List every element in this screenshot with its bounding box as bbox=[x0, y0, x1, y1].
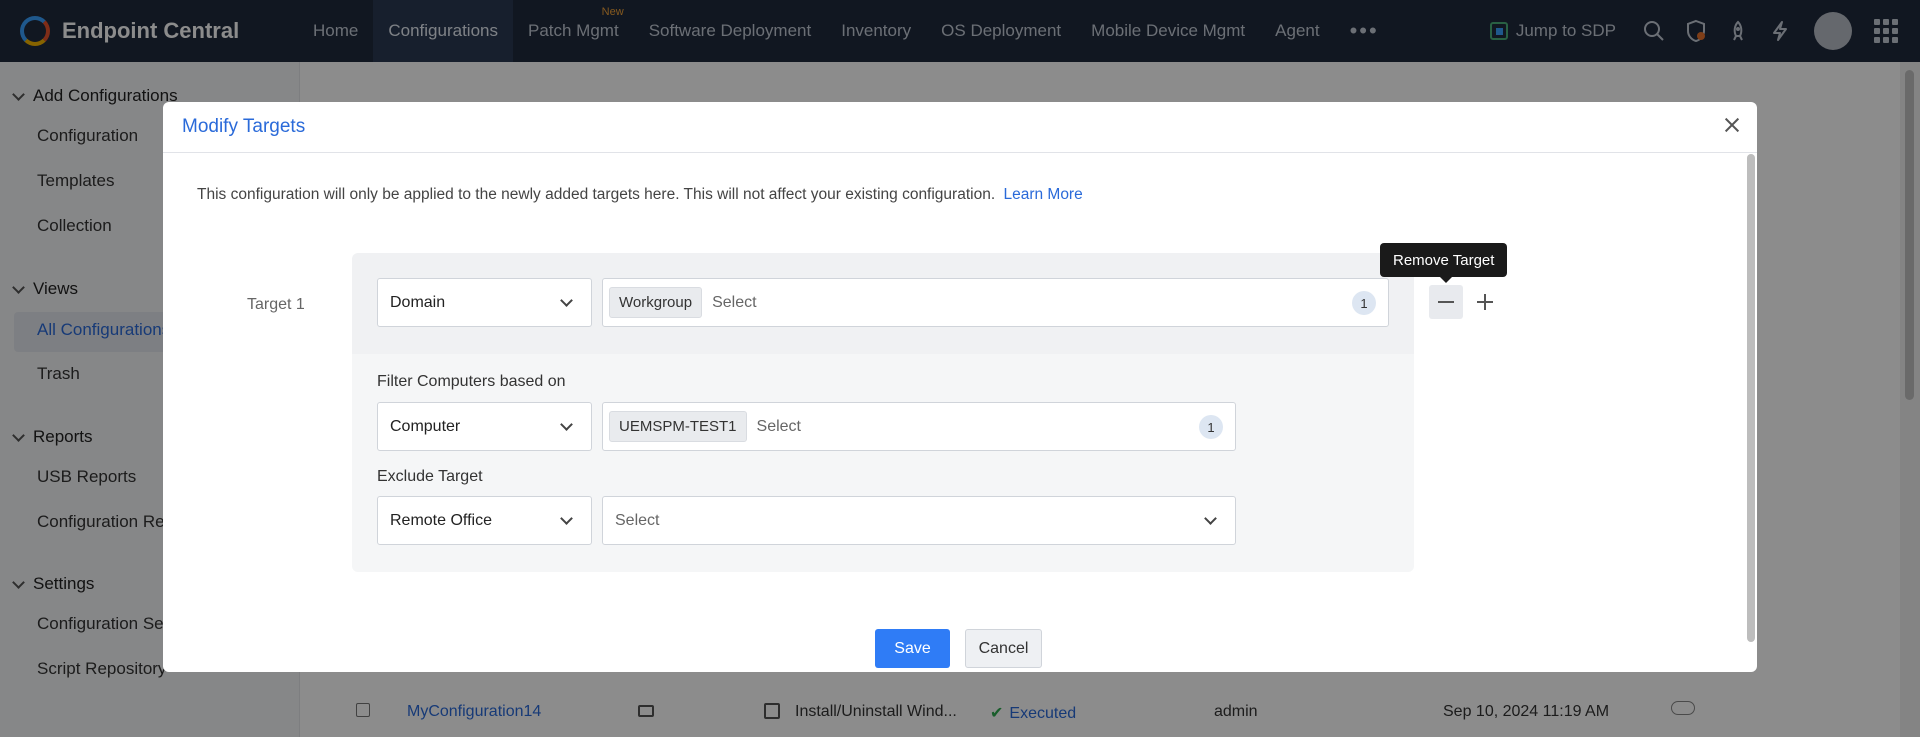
chevron-down-icon bbox=[560, 294, 573, 307]
target-type-value: Domain bbox=[390, 293, 446, 311]
chevron-down-icon bbox=[560, 418, 573, 431]
filter-label: Filter Computers based on bbox=[377, 373, 566, 390]
target-value-placeholder: Select bbox=[712, 293, 757, 311]
filter-value-multiselect[interactable]: UEMSPM-TEST1 Select 1 bbox=[602, 402, 1236, 451]
filter-type-select[interactable]: Computer bbox=[377, 402, 592, 451]
exclude-type-select[interactable]: Remote Office bbox=[377, 496, 592, 545]
learn-more-link[interactable]: Learn More bbox=[1003, 186, 1082, 203]
chevron-down-icon bbox=[1204, 512, 1217, 525]
target-value-multiselect[interactable]: Workgroup Select 1 bbox=[602, 278, 1389, 327]
info-text: This configuration will only be applied … bbox=[197, 186, 996, 203]
exclude-value-select[interactable]: Select bbox=[602, 496, 1236, 545]
remove-target-button[interactable] bbox=[1429, 285, 1463, 319]
remove-target-tooltip: Remove Target bbox=[1380, 243, 1508, 283]
exclude-type-value: Remote Office bbox=[390, 511, 492, 529]
filter-value-placeholder: Select bbox=[756, 417, 801, 435]
modify-targets-dialog: Modify Targets This configuration will o… bbox=[163, 102, 1757, 672]
selected-count-badge: 1 bbox=[1352, 291, 1376, 315]
target-label: Target 1 bbox=[247, 296, 305, 313]
target-type-select[interactable]: Domain bbox=[377, 278, 592, 327]
selected-count-badge: 1 bbox=[1199, 415, 1223, 439]
exclude-target-label: Exclude Target bbox=[377, 468, 483, 485]
dialog-title: Modify Targets bbox=[182, 116, 306, 137]
selected-chip[interactable]: UEMSPM-TEST1 bbox=[609, 411, 747, 442]
chevron-down-icon bbox=[560, 512, 573, 525]
cancel-button[interactable]: Cancel bbox=[965, 629, 1042, 668]
filter-type-value: Computer bbox=[390, 417, 461, 435]
dialog-header: Modify Targets bbox=[163, 102, 1757, 153]
exclude-value-placeholder: Select bbox=[615, 511, 660, 529]
close-icon[interactable] bbox=[1723, 116, 1741, 134]
selected-chip[interactable]: Workgroup bbox=[609, 287, 703, 318]
add-target-button[interactable] bbox=[1468, 285, 1502, 319]
dialog-scrollbar[interactable] bbox=[1747, 154, 1755, 642]
info-message: This configuration will only be applied … bbox=[197, 186, 1083, 204]
save-button[interactable]: Save bbox=[875, 629, 950, 668]
